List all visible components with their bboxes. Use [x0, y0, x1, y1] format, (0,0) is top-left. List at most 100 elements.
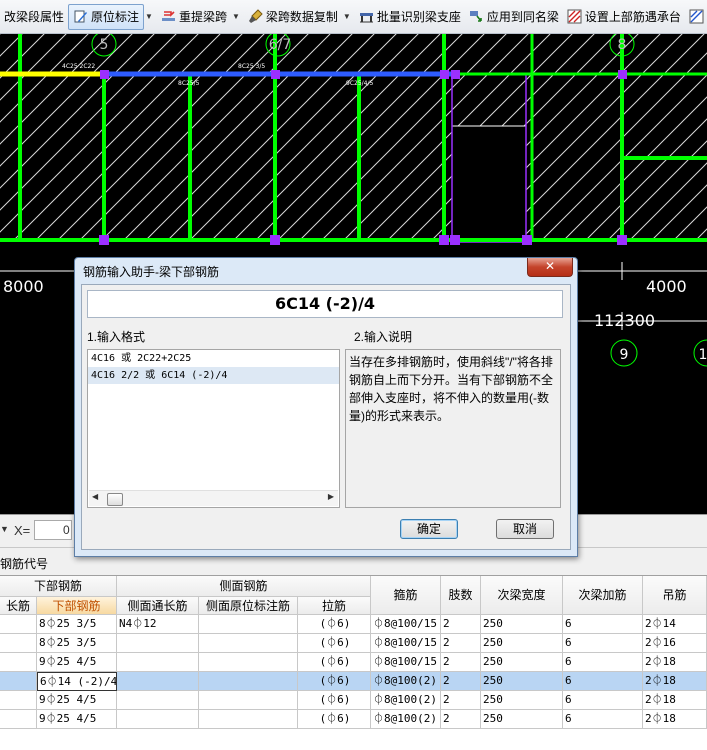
- cell-legs[interactable]: 2: [441, 672, 481, 691]
- cancel-button[interactable]: 取消: [496, 519, 554, 539]
- cell-stirrup[interactable]: ⏀8@100(2): [371, 691, 441, 710]
- cell-side-through[interactable]: [117, 691, 199, 710]
- horizontal-scrollbar[interactable]: ◀ ▶: [89, 490, 338, 506]
- input-format-label: 1.输入格式: [87, 328, 145, 345]
- cell-sec-width[interactable]: 250: [481, 615, 563, 634]
- cell-legs[interactable]: 2: [441, 653, 481, 672]
- cell-side-marked[interactable]: [199, 672, 298, 691]
- scroll-right-icon[interactable]: ▶: [328, 492, 334, 501]
- set-top-rebar-cap-label: 设置上部筋遇承台: [585, 8, 681, 25]
- cell-sec-add[interactable]: 6: [563, 672, 643, 691]
- cell-side-through[interactable]: N4⏀12: [117, 615, 199, 634]
- cell-side-marked[interactable]: [199, 615, 298, 634]
- cell-hanger[interactable]: 2⏀14: [643, 615, 707, 634]
- axis-label-8: 8: [618, 37, 627, 53]
- cell-bottom[interactable]: 8⏀25 3/5: [37, 615, 117, 634]
- cell-tie[interactable]: (⏀6): [298, 691, 371, 710]
- cell-side-marked[interactable]: [199, 691, 298, 710]
- cell-sec-add[interactable]: 6: [563, 691, 643, 710]
- in-place-annotation-button[interactable]: 原位标注: [68, 4, 144, 30]
- cell-bottom[interactable]: 8⏀25 3/5: [37, 634, 117, 653]
- cell-hanger[interactable]: 2⏀18: [643, 653, 707, 672]
- cell-long[interactable]: [0, 691, 37, 710]
- re-extract-span-button[interactable]: 重提梁跨: [157, 5, 231, 29]
- chevron-down-icon[interactable]: ▼: [145, 12, 153, 21]
- cell-bottom[interactable]: 9⏀25 4/5: [37, 710, 117, 729]
- header-legs[interactable]: 肢数: [441, 576, 481, 615]
- rebar-expression-input[interactable]: 6C14 (-2)/4: [87, 290, 563, 318]
- cell-long[interactable]: [0, 615, 37, 634]
- header-side-through[interactable]: 侧面通长筋: [117, 597, 199, 615]
- cell-legs[interactable]: 2: [441, 615, 481, 634]
- cell-side-through[interactable]: [117, 672, 199, 691]
- cell-side-marked[interactable]: [199, 634, 298, 653]
- cell-long[interactable]: [0, 672, 37, 691]
- description-text: 当存在多排钢筋时，使用斜线"/"将各排钢筋自上而下分开。当有下部钢筋不全部伸入支…: [345, 349, 561, 508]
- cell-tie[interactable]: (⏀6): [298, 634, 371, 653]
- cell-stirrup[interactable]: ⏀8@100(2): [371, 710, 441, 729]
- cell-stirrup[interactable]: ⏀8@100/15: [371, 634, 441, 653]
- cell-stirrup[interactable]: ⏀8@100(2): [371, 672, 441, 691]
- ok-button[interactable]: 确定: [400, 519, 458, 539]
- cell-sec-add[interactable]: 6: [563, 634, 643, 653]
- cell-long[interactable]: [0, 653, 37, 672]
- edit-beam-segment-button[interactable]: 改梁段属性: [0, 5, 68, 29]
- truncated-toolbar-button[interactable]: 设: [685, 5, 707, 29]
- cell-side-marked[interactable]: [199, 710, 298, 729]
- cell-legs[interactable]: 2: [441, 691, 481, 710]
- apply-to-same-name-beam-button[interactable]: 应用到同名梁: [465, 5, 563, 29]
- cell-bottom[interactable]: 6⏀14 (-2)/4: [37, 672, 117, 691]
- cell-bottom[interactable]: 9⏀25 4/5: [37, 653, 117, 672]
- cell-hanger[interactable]: 2⏀16: [643, 634, 707, 653]
- chevron-down-icon[interactable]: ▼: [232, 12, 240, 21]
- cell-sec-width[interactable]: 250: [481, 691, 563, 710]
- scrollbar-thumb[interactable]: [107, 493, 123, 506]
- cell-long[interactable]: [0, 710, 37, 729]
- batch-identify-supports-button[interactable]: 批量识别梁支座: [355, 5, 465, 29]
- cell-tie[interactable]: (⏀6): [298, 653, 371, 672]
- cell-stirrup[interactable]: ⏀8@100/15: [371, 653, 441, 672]
- cell-tie[interactable]: (⏀6): [298, 710, 371, 729]
- cell-tie[interactable]: (⏀6): [298, 672, 371, 691]
- cell-hanger[interactable]: 2⏀18: [643, 672, 707, 691]
- cell-sec-add[interactable]: 6: [563, 710, 643, 729]
- chevron-down-icon[interactable]: ▼: [343, 12, 351, 21]
- cell-hanger[interactable]: 2⏀18: [643, 691, 707, 710]
- cell-legs[interactable]: 2: [441, 710, 481, 729]
- close-icon[interactable]: ✕: [527, 258, 573, 277]
- header-secondary-width[interactable]: 次梁宽度: [481, 576, 563, 615]
- cell-sec-width[interactable]: 250: [481, 710, 563, 729]
- cell-sec-add[interactable]: 6: [563, 653, 643, 672]
- dimension-8000: 8000: [3, 277, 44, 296]
- cell-bottom[interactable]: 9⏀25 4/5: [37, 691, 117, 710]
- cell-sec-width[interactable]: 250: [481, 672, 563, 691]
- scroll-left-icon[interactable]: ◀: [92, 492, 98, 501]
- span-data-copy-button[interactable]: 梁跨数据复制: [244, 5, 342, 29]
- re-extract-span-icon: [161, 9, 176, 24]
- header-tie[interactable]: 拉筋: [298, 597, 371, 615]
- cell-side-through[interactable]: [117, 634, 199, 653]
- format-list[interactable]: 4C16 或 2C22+2C25 4C16 2/2 或 6C14 (-2)/4 …: [87, 349, 340, 508]
- header-long-rebar[interactable]: 长筋: [0, 597, 37, 615]
- cell-sec-width[interactable]: 250: [481, 653, 563, 672]
- cell-hanger[interactable]: 2⏀18: [643, 710, 707, 729]
- cell-stirrup[interactable]: ⏀8@100/15: [371, 615, 441, 634]
- cell-side-through[interactable]: [117, 653, 199, 672]
- format-list-item-selected[interactable]: 4C16 2/2 或 6C14 (-2)/4: [88, 367, 339, 384]
- cell-sec-add[interactable]: 6: [563, 615, 643, 634]
- header-hanger[interactable]: 吊筋: [643, 576, 707, 615]
- cell-side-marked[interactable]: [199, 653, 298, 672]
- brush-icon: [248, 9, 263, 24]
- header-side-marked[interactable]: 侧面原位标注筋: [199, 597, 298, 615]
- set-top-rebar-cap-button[interactable]: 设置上部筋遇承台: [563, 5, 685, 29]
- cell-tie[interactable]: (⏀6): [298, 615, 371, 634]
- cell-long[interactable]: [0, 634, 37, 653]
- cell-legs[interactable]: 2: [441, 634, 481, 653]
- x-coordinate-input[interactable]: 0: [34, 520, 72, 540]
- cell-side-through[interactable]: [117, 710, 199, 729]
- header-bottom-rebar[interactable]: 下部钢筋: [37, 597, 117, 615]
- header-secondary-add[interactable]: 次梁加筋: [563, 576, 643, 615]
- format-list-item[interactable]: 4C16 或 2C22+2C25: [88, 350, 339, 367]
- header-stirrup[interactable]: 箍筋: [371, 576, 441, 615]
- cell-sec-width[interactable]: 250: [481, 634, 563, 653]
